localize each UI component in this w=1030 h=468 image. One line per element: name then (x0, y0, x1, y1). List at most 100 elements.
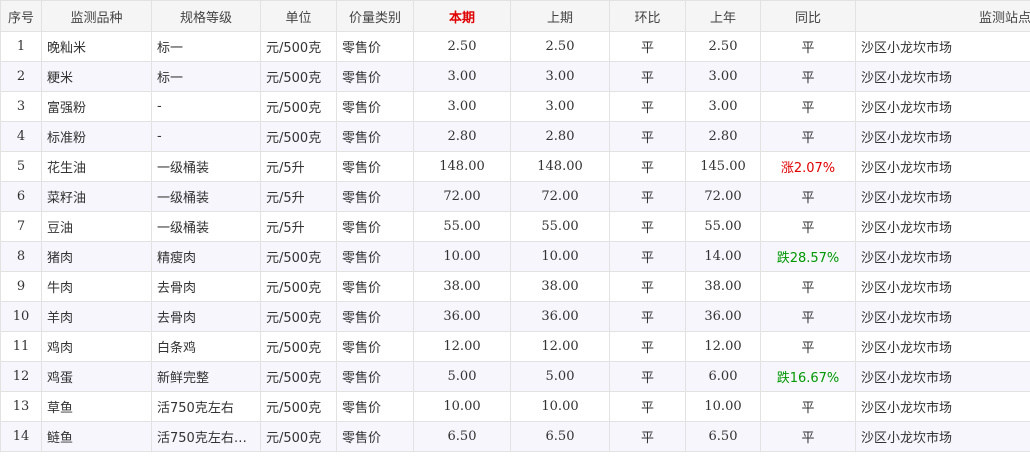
cell-last-year-price: 145.00 (685, 151, 761, 182)
cell-current-price: 10.00 (413, 391, 511, 422)
cell-spec: - (151, 121, 261, 152)
cell-previous-price: 12.00 (510, 331, 610, 362)
cell-current-price: 3.00 (413, 61, 511, 92)
cell-year-on-year: 平 (760, 391, 856, 422)
cell-spec: 去骨肉 (151, 271, 261, 302)
cell-unit: 元/500克 (260, 121, 337, 152)
cell-item: 富强粉 (41, 91, 152, 122)
cell-item: 草鱼 (41, 391, 152, 422)
header-serial: 序号 (0, 0, 42, 32)
cell-current-price: 36.00 (413, 301, 511, 332)
cell-previous-price: 6.50 (510, 421, 610, 452)
cell-item: 鸡肉 (41, 331, 152, 362)
cell-unit: 元/5升 (260, 151, 337, 182)
header-monitoring-site: 监测站点 (855, 0, 1030, 32)
cell-month-on-month: 平 (609, 391, 686, 422)
cell-price-type: 零售价 (336, 271, 414, 302)
table-row: 9 牛肉 去骨肉 元/500克 零售价 38.00 38.00 平 38.00 平沙区小龙坎市场 (0, 271, 1030, 302)
cell-previous-price: 5.00 (510, 361, 610, 392)
cell-price-type: 零售价 (336, 301, 414, 332)
cell-previous-price: 2.50 (510, 31, 610, 62)
cell-current-price: 10.00 (413, 241, 511, 272)
table-row: 11 鸡肉 白条鸡 元/500克 零售价 12.00 12.00 平 12.00 平沙区小龙坎市场 (0, 331, 1030, 362)
cell-month-on-month: 平 (609, 151, 686, 182)
cell-month-on-month: 平 (609, 421, 686, 452)
cell-previous-price: 3.00 (510, 61, 610, 92)
cell-year-on-year: 平 (760, 421, 856, 452)
table-row: 10 羊肉 去骨肉 元/500克 零售价 36.00 36.00 平 36.00 平沙区小龙坎市场 (0, 301, 1030, 332)
cell-last-year-price: 14.00 (685, 241, 761, 272)
cell-monitoring-site: 沙区小龙坎市场 (855, 421, 1030, 452)
cell-price-type: 零售价 (336, 151, 414, 182)
cell-monitoring-site: 沙区小龙坎市场 (855, 91, 1030, 122)
table-row: 1 晚籼米 标一 元/500克 零售价 2.50 2.50 平 2.50 平沙区小龙坎市场 (0, 31, 1030, 62)
cell-previous-price: 55.00 (510, 211, 610, 242)
header-item: 监测品种 (41, 0, 152, 32)
cell-monitoring-site: 沙区小龙坎市场 (855, 151, 1030, 182)
table-row: 13 草鱼 活750克左右 元/500克 零售价 10.00 10.00 平 10.00 平沙区小… (0, 391, 1030, 422)
cell-last-year-price: 2.50 (685, 31, 761, 62)
cell-item: 鲢鱼 (41, 421, 152, 452)
cell-monitoring-site: 沙区小龙坎市场 (855, 121, 1030, 152)
cell-item: 羊肉 (41, 301, 152, 332)
cell-price-type: 零售价 (336, 391, 414, 422)
cell-serial: 4 (0, 121, 42, 152)
cell-month-on-month: 平 (609, 301, 686, 332)
cell-item: 菜籽油 (41, 181, 152, 212)
cell-monitoring-site: 沙区小龙坎市场 (855, 31, 1030, 62)
cell-unit: 元/500克 (260, 241, 337, 272)
cell-previous-price: 38.00 (510, 271, 610, 302)
cell-item: 粳米 (41, 61, 152, 92)
cell-price-type: 零售价 (336, 361, 414, 392)
cell-price-type: 零售价 (336, 241, 414, 272)
cell-month-on-month: 平 (609, 241, 686, 272)
table-row: 8 猪肉 精瘦肉 元/500克 零售价 10.00 10.00 平 14.00 跌28.57% 沙区… (0, 241, 1030, 272)
cell-serial: 11 (0, 331, 42, 362)
cell-serial: 14 (0, 421, 42, 452)
cell-current-price: 5.00 (413, 361, 511, 392)
cell-current-price: 55.00 (413, 211, 511, 242)
cell-unit: 元/500克 (260, 31, 337, 62)
cell-spec: 去骨肉 (151, 301, 261, 332)
cell-previous-price: 72.00 (510, 181, 610, 212)
cell-unit: 元/500克 (260, 361, 337, 392)
header-spec: 规格等级 (151, 0, 261, 32)
cell-serial: 12 (0, 361, 42, 392)
cell-serial: 6 (0, 181, 42, 212)
cell-year-on-year: 平 (760, 301, 856, 332)
cell-price-type: 零售价 (336, 181, 414, 212)
cell-last-year-price: 3.00 (685, 91, 761, 122)
header-previous-period: 上期 (510, 0, 610, 32)
cell-spec: 标一 (151, 61, 261, 92)
cell-serial: 9 (0, 271, 42, 302)
cell-current-price: 2.50 (413, 31, 511, 62)
cell-month-on-month: 平 (609, 61, 686, 92)
header-current-period: 本期 (413, 0, 511, 32)
cell-month-on-month: 平 (609, 271, 686, 302)
table-row: 5 花生油 一级桶装 元/5升 零售价 148.00 148.00 平 145.00 涨2.07%… (0, 151, 1030, 182)
cell-monitoring-site: 沙区小龙坎市场 (855, 361, 1030, 392)
cell-spec: 一级桶装 (151, 151, 261, 182)
cell-last-year-price: 3.00 (685, 61, 761, 92)
cell-previous-price: 36.00 (510, 301, 610, 332)
cell-month-on-month: 平 (609, 181, 686, 212)
cell-current-price: 12.00 (413, 331, 511, 362)
cell-item: 晚籼米 (41, 31, 152, 62)
cell-month-on-month: 平 (609, 331, 686, 362)
cell-spec: 活750克左右 (151, 391, 261, 422)
cell-month-on-month: 平 (609, 91, 686, 122)
cell-last-year-price: 10.00 (685, 391, 761, 422)
cell-monitoring-site: 沙区小龙坎市场 (855, 241, 1030, 272)
cell-previous-price: 2.80 (510, 121, 610, 152)
cell-last-year-price: 6.00 (685, 361, 761, 392)
cell-monitoring-site: 沙区小龙坎市场 (855, 271, 1030, 302)
cell-price-type: 零售价 (336, 91, 414, 122)
cell-unit: 元/500克 (260, 331, 337, 362)
cell-serial: 2 (0, 61, 42, 92)
cell-last-year-price: 72.00 (685, 181, 761, 212)
cell-monitoring-site: 沙区小龙坎市场 (855, 301, 1030, 332)
cell-spec: 活750克左右… (151, 421, 261, 452)
cell-year-on-year: 平 (760, 31, 856, 62)
cell-year-on-year: 涨2.07% (760, 151, 856, 182)
cell-item: 牛肉 (41, 271, 152, 302)
